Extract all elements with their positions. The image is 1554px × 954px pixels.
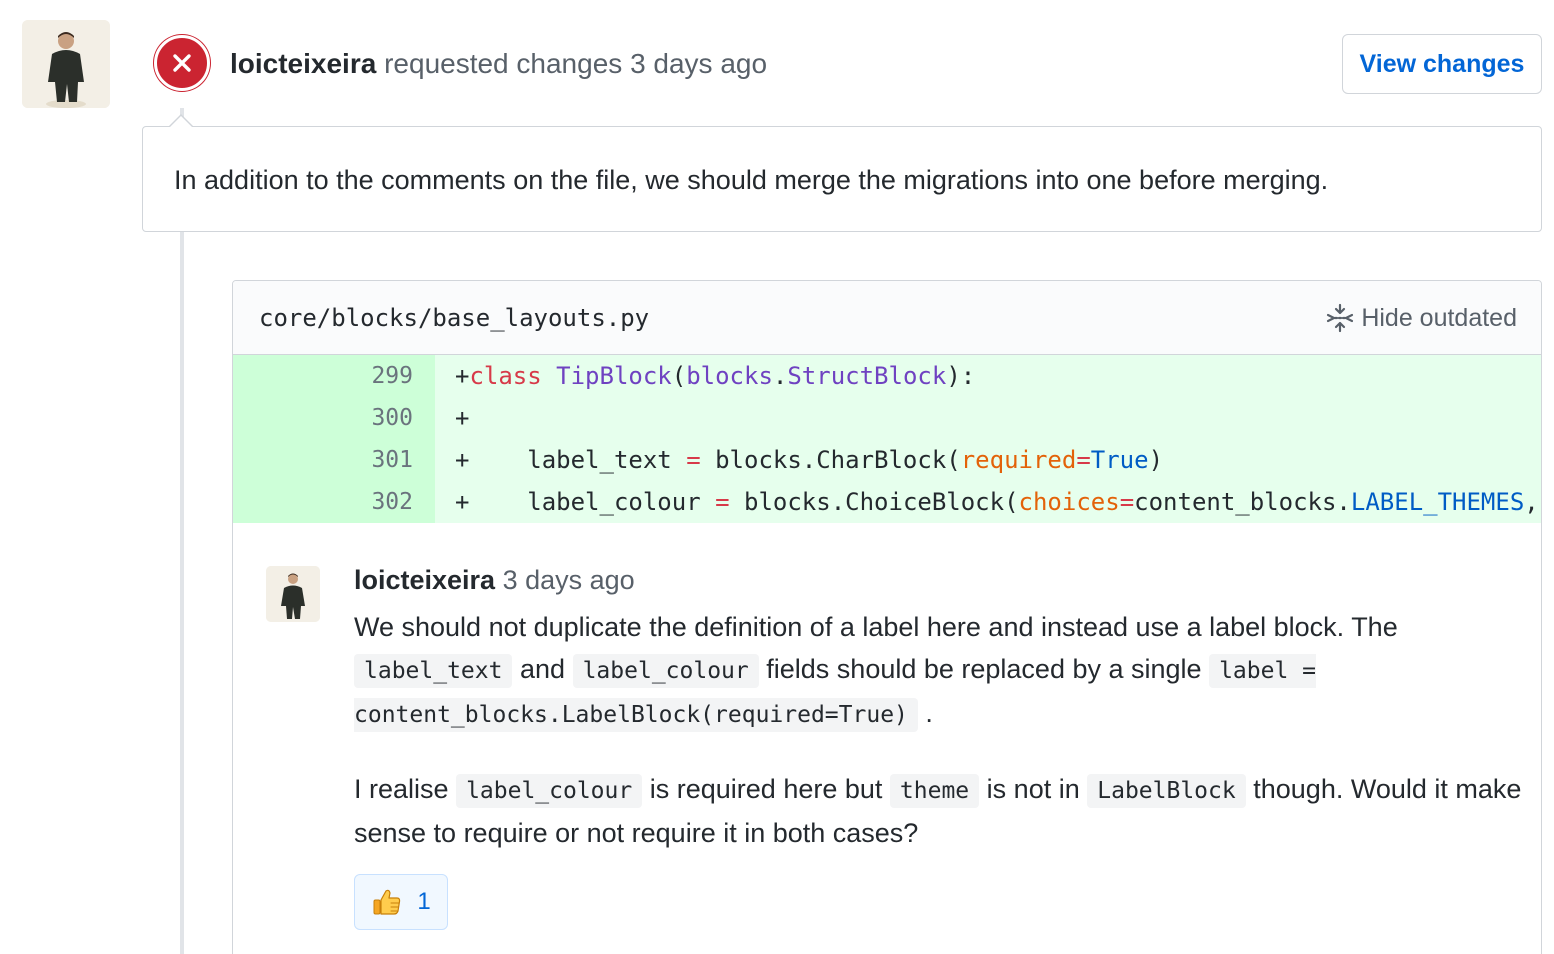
review-caret-fill xyxy=(169,116,193,128)
file-header: core/blocks/base_layouts.py Hide outdate… xyxy=(233,281,1541,355)
line-number[interactable]: 301 xyxy=(233,439,435,481)
inline-code: LabelBlock xyxy=(1087,774,1246,808)
x-icon xyxy=(173,54,191,72)
timeline-line xyxy=(180,108,184,954)
fold-icon xyxy=(1327,303,1354,333)
avatar[interactable] xyxy=(22,20,110,108)
review-header: loicteixeira requested changes 3 days ag… xyxy=(230,46,767,82)
line-code: + label_text = blocks.CharBlock(required… xyxy=(455,446,1164,474)
comment-text: is not in xyxy=(986,774,1080,804)
avatar-photo xyxy=(266,566,320,622)
file-path-link[interactable]: core/blocks/base_layouts.py xyxy=(259,301,649,335)
comment-text: I realise xyxy=(354,774,449,804)
view-changes-button[interactable]: View changes xyxy=(1342,34,1542,94)
comment-body: We should not duplicate the definition o… xyxy=(354,606,1524,854)
inline-code: label_colour xyxy=(572,654,759,688)
line-code: + xyxy=(455,404,470,432)
diff-table: 299 +class TipBlock(blocks.StructBlock):… xyxy=(233,355,1541,523)
reaction-count: 1 xyxy=(417,888,431,915)
review-body: In addition to the comments on the file,… xyxy=(142,126,1542,232)
comment-text: We should not duplicate the definition o… xyxy=(354,612,1398,642)
thumbs-up-icon xyxy=(373,889,401,915)
line-number[interactable]: 302 xyxy=(233,481,435,523)
inline-code: label_text xyxy=(354,654,513,688)
comment-text: . xyxy=(925,698,933,728)
diff-line: 301 + label_text = blocks.CharBlock(requ… xyxy=(233,439,1541,481)
review-time[interactable]: 3 days ago xyxy=(630,48,767,79)
inline-code: theme xyxy=(889,774,980,808)
line-number[interactable]: 300 xyxy=(233,397,435,439)
comment-paragraph: We should not duplicate the definition o… xyxy=(354,606,1524,736)
changes-requested-badge xyxy=(154,35,210,91)
hide-outdated-label: Hide outdated xyxy=(1361,304,1517,332)
comment-header: loicteixeira 3 days ago xyxy=(354,560,1524,600)
comment-text: is required here but xyxy=(649,774,883,804)
thumbs-up-reaction-button[interactable]: 1 xyxy=(354,874,448,930)
comment-text: and xyxy=(520,654,566,684)
comment-author-link[interactable]: loicteixeira xyxy=(354,565,495,595)
review-action: requested changes xyxy=(384,48,623,79)
diff-line: 299 +class TipBlock(blocks.StructBlock): xyxy=(233,355,1541,397)
line-code: + label_colour = blocks.ChoiceBlock(choi… xyxy=(455,488,1539,516)
comment-paragraph: I realise label_colour is required here … xyxy=(354,768,1524,854)
line-number[interactable]: 299 xyxy=(233,355,435,397)
inline-code: label_colour xyxy=(456,774,643,808)
comment-time[interactable]: 3 days ago xyxy=(503,565,635,595)
diff-line: 300 + xyxy=(233,397,1541,439)
comment-text: fields should be replaced by a single xyxy=(766,654,1202,684)
review-author-link[interactable]: loicteixeira xyxy=(230,48,376,79)
line-code: +class TipBlock(blocks.StructBlock): xyxy=(455,362,976,390)
comment-avatar[interactable] xyxy=(266,566,320,622)
avatar-photo xyxy=(22,20,110,108)
hide-outdated-button[interactable]: Hide outdated xyxy=(1325,301,1517,335)
diff-line: 302 + label_colour = blocks.ChoiceBlock(… xyxy=(233,481,1541,523)
review-comment: loicteixeira 3 days ago We should not du… xyxy=(354,560,1524,854)
